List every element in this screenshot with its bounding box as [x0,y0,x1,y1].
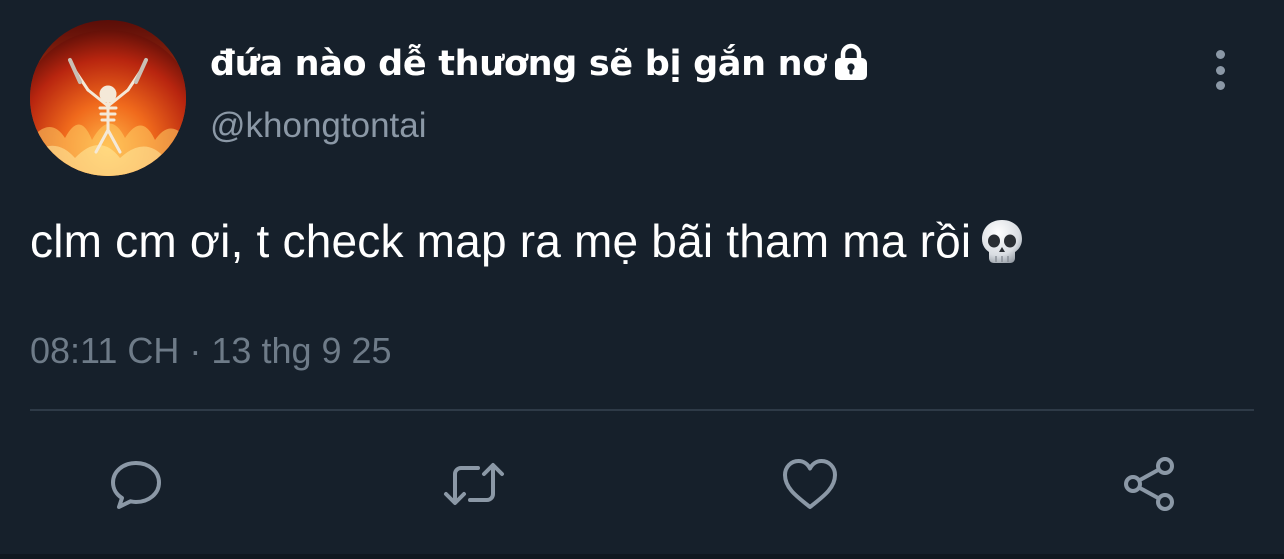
display-name-text[interactable]: đứa nào dễ thương sẽ bị gắn nơ [210,44,826,84]
avatar-image [30,20,186,176]
user-handle[interactable]: @khongtontai [210,106,427,146]
share-icon [1124,457,1174,511]
bottom-edge [0,554,1284,559]
divider [30,409,1254,411]
tweet-timestamp[interactable]: 08:11 CH · 13 thg 9 25 [30,330,392,372]
more-dot [1215,50,1225,59]
tweet-text: clm cm ơi, t check map ra mẹ bãi tham ma… [30,214,1025,269]
like-button[interactable] [778,452,842,516]
comment-icon [111,461,161,509]
more-dot [1215,81,1225,90]
display-name[interactable]: đứa nào dễ thương sẽ bị gắn nơ [210,38,872,90]
more-options-icon[interactable] [1200,46,1240,94]
retweet-button[interactable] [442,452,506,516]
reply-button[interactable] [104,452,168,516]
share-button[interactable] [1118,452,1182,516]
avatar[interactable] [30,20,186,176]
heart-icon [783,459,837,509]
tweet-text-content: clm cm ơi, t check map ra mẹ bãi tham ma… [30,215,972,267]
skull-emoji-icon [979,217,1025,265]
lock-icon [830,42,872,82]
retweet-icon [444,463,504,505]
more-dot [1215,65,1225,75]
